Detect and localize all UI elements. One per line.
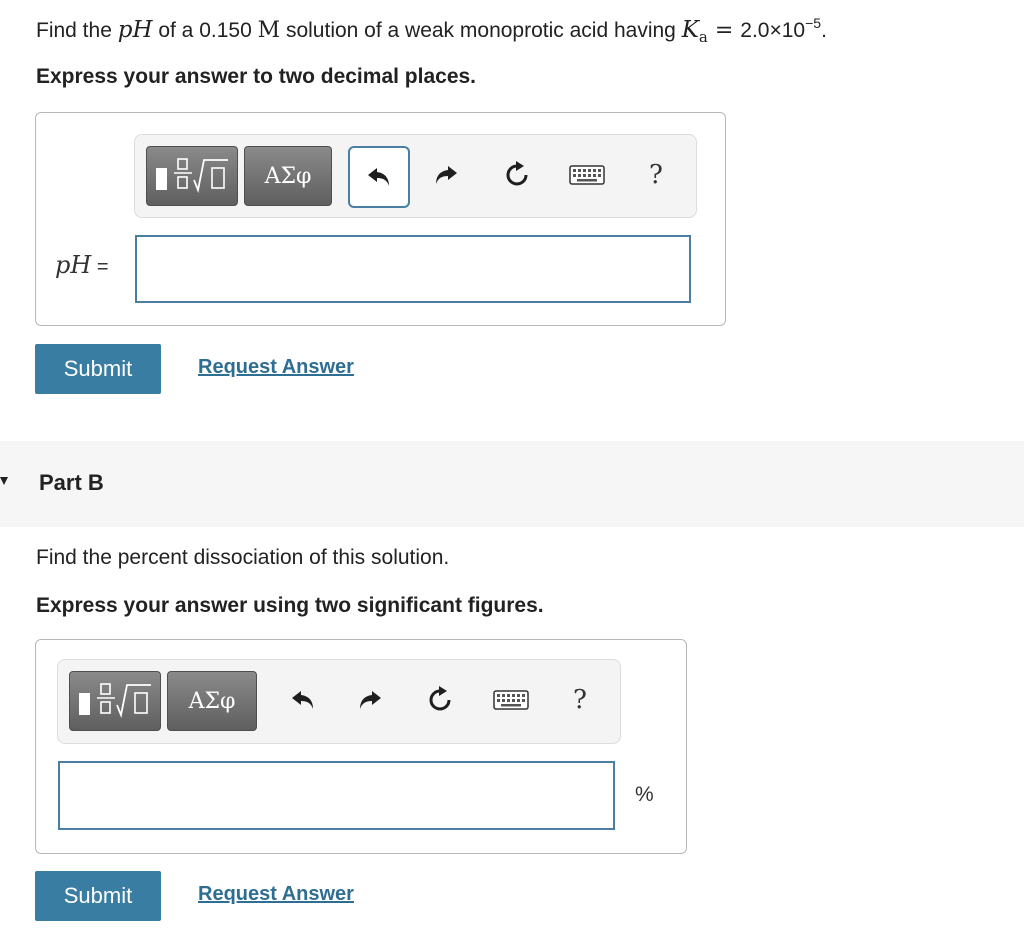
percent-unit-label: % [635,783,654,806]
greek-symbols-label: ΑΣφ [188,688,236,714]
part-a-instruction: Express your answer to two decimal place… [36,65,477,88]
ka-value: 2.0×10 [740,19,806,42]
molar-unit: M [257,18,281,43]
reset-button[interactable] [491,146,543,204]
reset-icon [429,686,451,711]
ka-subscript: a [698,28,708,46]
equals-sign: = [707,18,741,43]
reset-button[interactable] [414,671,466,729]
ph-answer-input[interactable] [135,235,691,303]
redo-button[interactable] [345,671,395,729]
part-b-submit-button[interactable]: Submit [35,871,161,921]
help-icon: ? [649,160,663,190]
part-b-title: Part B [39,470,104,495]
part-b-question: Find the percent dissociation of this so… [36,546,450,569]
help-icon: ? [573,685,587,715]
reset-icon [506,161,528,186]
undo-icon [292,691,313,709]
collapse-caret-icon[interactable] [0,477,8,485]
question-text: solution of a weak monoprotic acid havin… [280,19,682,42]
keyboard-icon [493,690,529,710]
question-end: . [821,19,827,42]
ka-variable: K [681,17,699,43]
equals-label: = [91,256,109,278]
ph-variable: pH [117,17,153,43]
part-b-instruction: Express your answer using two significan… [36,594,544,617]
template-button[interactable] [69,671,161,731]
undo-icon [368,168,389,186]
part-b-answer-box: ΑΣφ ? % [35,639,687,854]
keyboard-button[interactable] [485,671,537,729]
part-b-request-answer-link[interactable]: Request Answer [198,883,354,906]
part-a-submit-button[interactable]: Submit [35,344,161,394]
redo-icon [436,166,457,184]
greek-symbols-label: ΑΣφ [264,163,312,189]
part-a-question: Find the pH of a 0.150 M solution of a w… [36,15,827,46]
template-button[interactable] [146,146,238,206]
ph-label-variable: pH [55,251,92,279]
greek-symbols-button[interactable]: ΑΣφ [244,146,332,206]
keyboard-icon [569,165,605,185]
help-button[interactable]: ? [631,146,681,204]
redo-icon [360,691,381,709]
math-toolbar: ΑΣφ ? [57,659,621,744]
part-a-request-answer-link[interactable]: Request Answer [198,356,354,379]
ka-exponent: −5 [805,15,822,31]
part-b-header[interactable]: Part B [0,441,1024,527]
question-text: of a 0.150 [152,19,258,42]
redo-button[interactable] [421,146,471,204]
part-a-answer-box: ΑΣφ ? pH = [35,112,726,326]
percent-answer-input[interactable] [58,761,615,830]
fraction-sqrt-template-icon [79,683,151,719]
fraction-sqrt-template-icon [156,158,228,194]
undo-button[interactable] [348,146,410,208]
keyboard-button[interactable] [561,146,613,204]
math-toolbar: ΑΣφ ? [134,134,697,218]
undo-button[interactable] [278,671,328,729]
help-button[interactable]: ? [555,671,605,729]
greek-symbols-button[interactable]: ΑΣφ [167,671,257,731]
question-text: Find the [36,19,118,42]
ph-input-label: pH = [55,251,109,279]
